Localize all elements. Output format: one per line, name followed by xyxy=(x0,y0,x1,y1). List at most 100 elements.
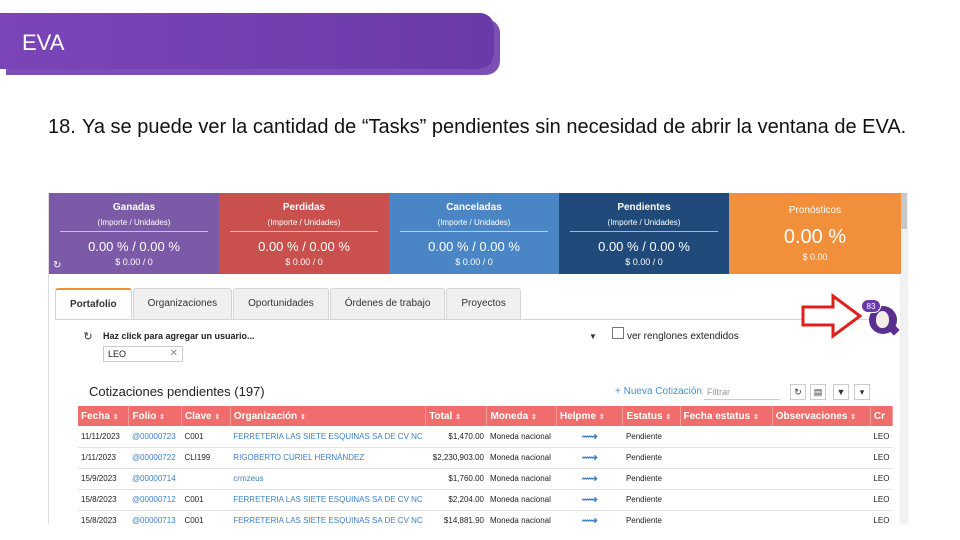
cell-clave: C001 xyxy=(181,426,231,448)
chevron-down-icon[interactable]: ▼ xyxy=(589,332,597,341)
tab-oportunidades[interactable]: Oportunidades xyxy=(233,288,329,320)
cell-moneda: Moneda nacional xyxy=(486,489,557,511)
sort-icon: ⇕ xyxy=(214,413,221,421)
cell-total: $2,230,903.00 xyxy=(425,447,487,469)
cell-moneda: Moneda nacional xyxy=(486,468,557,490)
cell-organizacion-link[interactable]: FERRETERIA LAS SIETE ESQUINAS SA DE CV N… xyxy=(230,510,426,524)
column-header[interactable]: Estatus ⇕ xyxy=(622,406,681,426)
card-canceladas: Canceladas (Importe / Unidades) 0.00 % /… xyxy=(389,193,559,274)
tab-bar: Portafolio Organizaciones Oportunidades … xyxy=(55,288,522,320)
column-header[interactable]: Cr xyxy=(870,406,894,426)
table-row[interactable]: 1/11/2023 @00000722 CLI199 RIGOBERTO CUR… xyxy=(78,447,893,469)
tab-proyectos[interactable]: Proyectos xyxy=(446,288,521,320)
helpme-cell[interactable]: ⟿ xyxy=(556,447,623,469)
sort-icon: ⇕ xyxy=(598,413,605,421)
card-amount: $ 0.00 / 0 xyxy=(455,257,493,267)
card-title: Pendientes xyxy=(617,202,671,213)
eva-task-badge[interactable]: 83 xyxy=(861,299,881,313)
cell-fecha-estatus xyxy=(680,426,773,448)
column-header[interactable]: Helpme ⇕ xyxy=(556,406,624,426)
column-header[interactable]: Organización ⇕ xyxy=(230,406,427,426)
helpme-cell[interactable]: ⟿ xyxy=(556,426,623,448)
extended-rows-checkbox[interactable] xyxy=(612,327,624,339)
scrollbar[interactable] xyxy=(900,193,908,524)
helpme-icon[interactable]: ⟿ xyxy=(582,431,598,443)
column-header[interactable]: Observaciones ⇕ xyxy=(772,406,871,426)
table-row[interactable]: 11/11/2023 @00000723 C001 FERRETERIA LAS… xyxy=(78,426,893,448)
helpme-icon[interactable]: ⟿ xyxy=(582,494,598,506)
table-row[interactable]: 15/9/2023 @00000714 crmzeus $1,760.00 Mo… xyxy=(78,468,893,490)
cell-moneda: Moneda nacional xyxy=(486,447,557,469)
sort-icon: ⇕ xyxy=(850,413,857,421)
column-header[interactable]: Moneda ⇕ xyxy=(486,406,557,426)
chevron-down-icon[interactable]: ▾ xyxy=(854,384,870,400)
filter-input[interactable]: Filtrar xyxy=(704,384,780,400)
close-icon[interactable]: ✕ xyxy=(170,347,178,361)
column-header[interactable]: Folio ⇕ xyxy=(128,406,182,426)
refresh-icon[interactable]: ↻ xyxy=(790,384,806,400)
column-header[interactable]: Fecha estatus ⇕ xyxy=(680,406,773,426)
column-header-label: Folio xyxy=(132,410,157,422)
card-value: 0.00 % / 0.00 % xyxy=(598,239,690,254)
user-chip[interactable]: LEO ✕ xyxy=(103,346,183,362)
user-filter-row: ↻ Haz click para agregar un usuario... ▼ xyxy=(79,329,599,345)
card-amount: $ 0.00 / 0 xyxy=(285,257,323,267)
cell-clave: C001 xyxy=(181,489,231,511)
card-pronosticos: Pronósticos 0.00 % $ 0.00 xyxy=(729,193,901,274)
sort-icon: ⇕ xyxy=(665,413,672,421)
card-perdidas: Perdidas (Importe / Unidades) 0.00 % / 0… xyxy=(219,193,389,274)
table-row[interactable]: 15/8/2023 @00000712 C001 FERRETERIA LAS … xyxy=(78,489,893,511)
cell-organizacion-link[interactable]: FERRETERIA LAS SIETE ESQUINAS SA DE CV N… xyxy=(230,426,426,448)
helpme-icon[interactable]: ⟿ xyxy=(582,452,598,464)
column-header-label: Moneda xyxy=(490,410,529,422)
cell-organizacion-link[interactable]: RIGOBERTO CURIEL HERNÁNDEZ xyxy=(230,447,426,469)
user-select[interactable]: Haz click para agregar un usuario... xyxy=(103,331,255,341)
cell-folio-link[interactable]: @00000712 xyxy=(128,489,182,511)
sort-icon: ⇕ xyxy=(112,413,119,421)
export-icon[interactable]: ▤ xyxy=(810,384,826,400)
eva-tail xyxy=(888,324,900,336)
cell-organizacion-link[interactable]: FERRETERIA LAS SIETE ESQUINAS SA DE CV N… xyxy=(230,489,426,511)
tab-organizaciones[interactable]: Organizaciones xyxy=(132,288,233,320)
cell-total: $14,881.90 xyxy=(425,510,487,524)
cell-clave: CLI199 xyxy=(181,447,231,469)
sort-icon: ⇕ xyxy=(159,413,165,421)
new-quote-link[interactable]: + Nueva Cotización xyxy=(615,386,702,397)
cell-folio-link[interactable]: @00000713 xyxy=(128,510,182,524)
helpme-icon[interactable]: ⟿ xyxy=(582,473,598,485)
app-screenshot: Ganadas (Importe / Unidades) 0.00 % / 0.… xyxy=(48,193,908,524)
table-row[interactable]: 15/8/2023 @00000713 C001 FERRETERIA LAS … xyxy=(78,510,893,524)
cell-estatus: Pendiente xyxy=(622,447,681,469)
cell-organizacion-link[interactable]: crmzeus xyxy=(230,468,426,490)
step-number: 18. xyxy=(48,116,76,138)
helpme-cell[interactable]: ⟿ xyxy=(556,510,623,524)
helpme-icon[interactable]: ⟿ xyxy=(582,515,598,524)
extended-rows-label: ver renglones extendidos xyxy=(627,331,739,342)
filter-icon[interactable]: ▼ xyxy=(833,384,849,400)
cell-fecha: 1/11/2023 xyxy=(78,447,129,469)
tab-ordenes-de-trabajo[interactable]: Órdenes de trabajo xyxy=(329,288,446,320)
cell-fecha: 15/8/2023 xyxy=(78,510,129,524)
scrollbar-thumb[interactable] xyxy=(901,193,907,229)
refresh-icon[interactable]: ↻ xyxy=(79,329,97,345)
cell-creador: LEO xyxy=(870,468,893,490)
column-header[interactable]: Clave ⇕ xyxy=(181,406,231,426)
column-header[interactable]: Total ⇕ xyxy=(425,406,488,426)
cell-folio-link[interactable]: @00000714 xyxy=(128,468,182,490)
cell-fecha: 11/11/2023 xyxy=(78,426,129,448)
banner-title: EVA xyxy=(22,30,65,55)
cell-folio-link[interactable]: @00000722 xyxy=(128,447,182,469)
cell-observaciones xyxy=(772,468,871,490)
column-header-label: Estatus xyxy=(626,410,663,422)
cell-observaciones xyxy=(772,489,871,511)
card-subtitle: (Importe / Unidades) xyxy=(97,218,171,227)
helpme-cell[interactable]: ⟿ xyxy=(556,468,623,490)
helpme-cell[interactable]: ⟿ xyxy=(556,489,623,511)
tab-portafolio[interactable]: Portafolio xyxy=(55,288,132,320)
column-header[interactable]: Fecha ⇕ xyxy=(78,406,130,426)
cell-total: $1,760.00 xyxy=(425,468,487,490)
cell-folio-link[interactable]: @00000723 xyxy=(128,426,182,448)
cell-estatus: Pendiente xyxy=(622,426,681,448)
refresh-icon[interactable]: ↻ xyxy=(53,260,61,271)
tab-divider xyxy=(55,319,895,320)
